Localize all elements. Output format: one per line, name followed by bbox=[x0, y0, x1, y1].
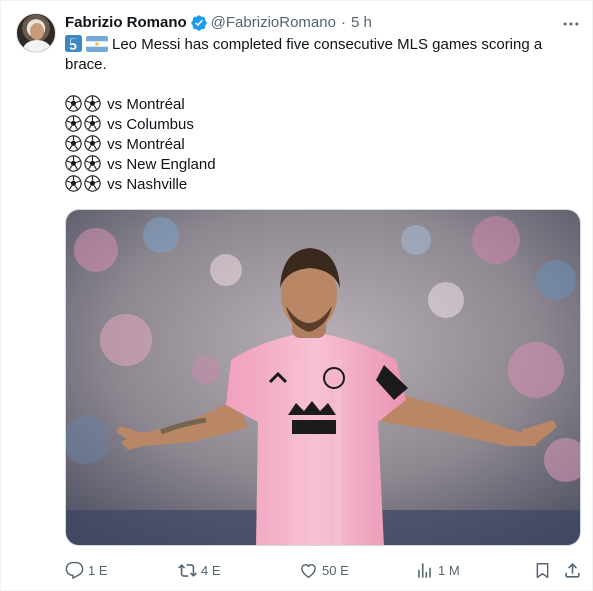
like-count: 50 E bbox=[322, 562, 349, 578]
views-icon bbox=[418, 562, 431, 578]
bookmark-icon bbox=[536, 562, 549, 578]
author-handle[interactable]: @FabrizioRomano bbox=[211, 13, 336, 33]
soccer-ball-emoji bbox=[84, 155, 101, 172]
game-line: vs Columbus bbox=[65, 115, 575, 135]
game-label: vs Montréal bbox=[107, 136, 185, 153]
argentina-flag-emoji bbox=[86, 36, 108, 52]
like-button[interactable]: 50 E bbox=[299, 556, 349, 584]
game-line: vs Montréal bbox=[65, 135, 575, 155]
repost-count: 4 E bbox=[201, 562, 221, 578]
like-icon bbox=[301, 563, 316, 578]
action-bar: 1 E 4 E 50 E 1 M bbox=[65, 556, 585, 584]
bookmark-button[interactable] bbox=[533, 556, 552, 584]
tweet-header: Fabrizio Romano @FabrizioRomano · 5 h bbox=[65, 13, 372, 33]
tweet-card[interactable]: Fabrizio Romano @FabrizioRomano · 5 h Le… bbox=[0, 0, 593, 591]
soccer-ball-emoji bbox=[65, 155, 82, 172]
soccer-ball-emoji bbox=[84, 175, 101, 192]
views-count: 1 M bbox=[438, 562, 460, 578]
avatar[interactable] bbox=[16, 13, 56, 53]
game-label: vs New England bbox=[107, 156, 216, 173]
tweet-photo[interactable] bbox=[65, 209, 581, 546]
keycap-five-emoji bbox=[65, 35, 82, 52]
reply-button[interactable]: 1 E bbox=[65, 556, 108, 584]
reply-icon bbox=[65, 561, 84, 579]
game-line: vs New England bbox=[65, 155, 575, 175]
repost-icon bbox=[178, 563, 197, 577]
game-line: vs Nashville bbox=[65, 175, 575, 195]
author-name[interactable]: Fabrizio Romano bbox=[65, 13, 187, 33]
share-button[interactable] bbox=[563, 556, 582, 584]
soccer-ball-emoji bbox=[65, 135, 82, 152]
soccer-ball-emoji bbox=[65, 115, 82, 132]
game-label: vs Columbus bbox=[107, 116, 194, 133]
avatar-face bbox=[30, 23, 44, 40]
player-celebration-image bbox=[66, 210, 580, 545]
views-button[interactable]: 1 M bbox=[415, 556, 460, 584]
verified-badge-icon bbox=[190, 15, 207, 31]
repost-button[interactable]: 4 E bbox=[178, 556, 221, 584]
separator-dot: · bbox=[340, 14, 346, 31]
soccer-ball-emoji bbox=[84, 135, 101, 152]
more-icon[interactable] bbox=[561, 14, 581, 34]
soccer-ball-emoji bbox=[84, 95, 101, 112]
timestamp[interactable]: 5 h bbox=[351, 13, 372, 33]
game-label: vs Nashville bbox=[107, 176, 188, 193]
soccer-ball-emoji bbox=[84, 115, 101, 132]
share-icon bbox=[565, 562, 580, 578]
game-label: vs Montréal bbox=[107, 96, 185, 113]
soccer-ball-emoji bbox=[65, 175, 82, 192]
text-line-1: Leo Messi has completed five consecutive… bbox=[112, 36, 543, 53]
text-line-2: brace. bbox=[65, 56, 107, 73]
avatar-shirt bbox=[23, 40, 51, 52]
game-line: vs Montréal bbox=[65, 95, 575, 115]
text-line-intro: Leo Messi has completed five consecutive… bbox=[65, 35, 575, 55]
reply-count: 1 E bbox=[88, 562, 108, 578]
tweet-text: Leo Messi has completed five consecutive… bbox=[65, 35, 575, 195]
soccer-ball-emoji bbox=[65, 95, 82, 112]
